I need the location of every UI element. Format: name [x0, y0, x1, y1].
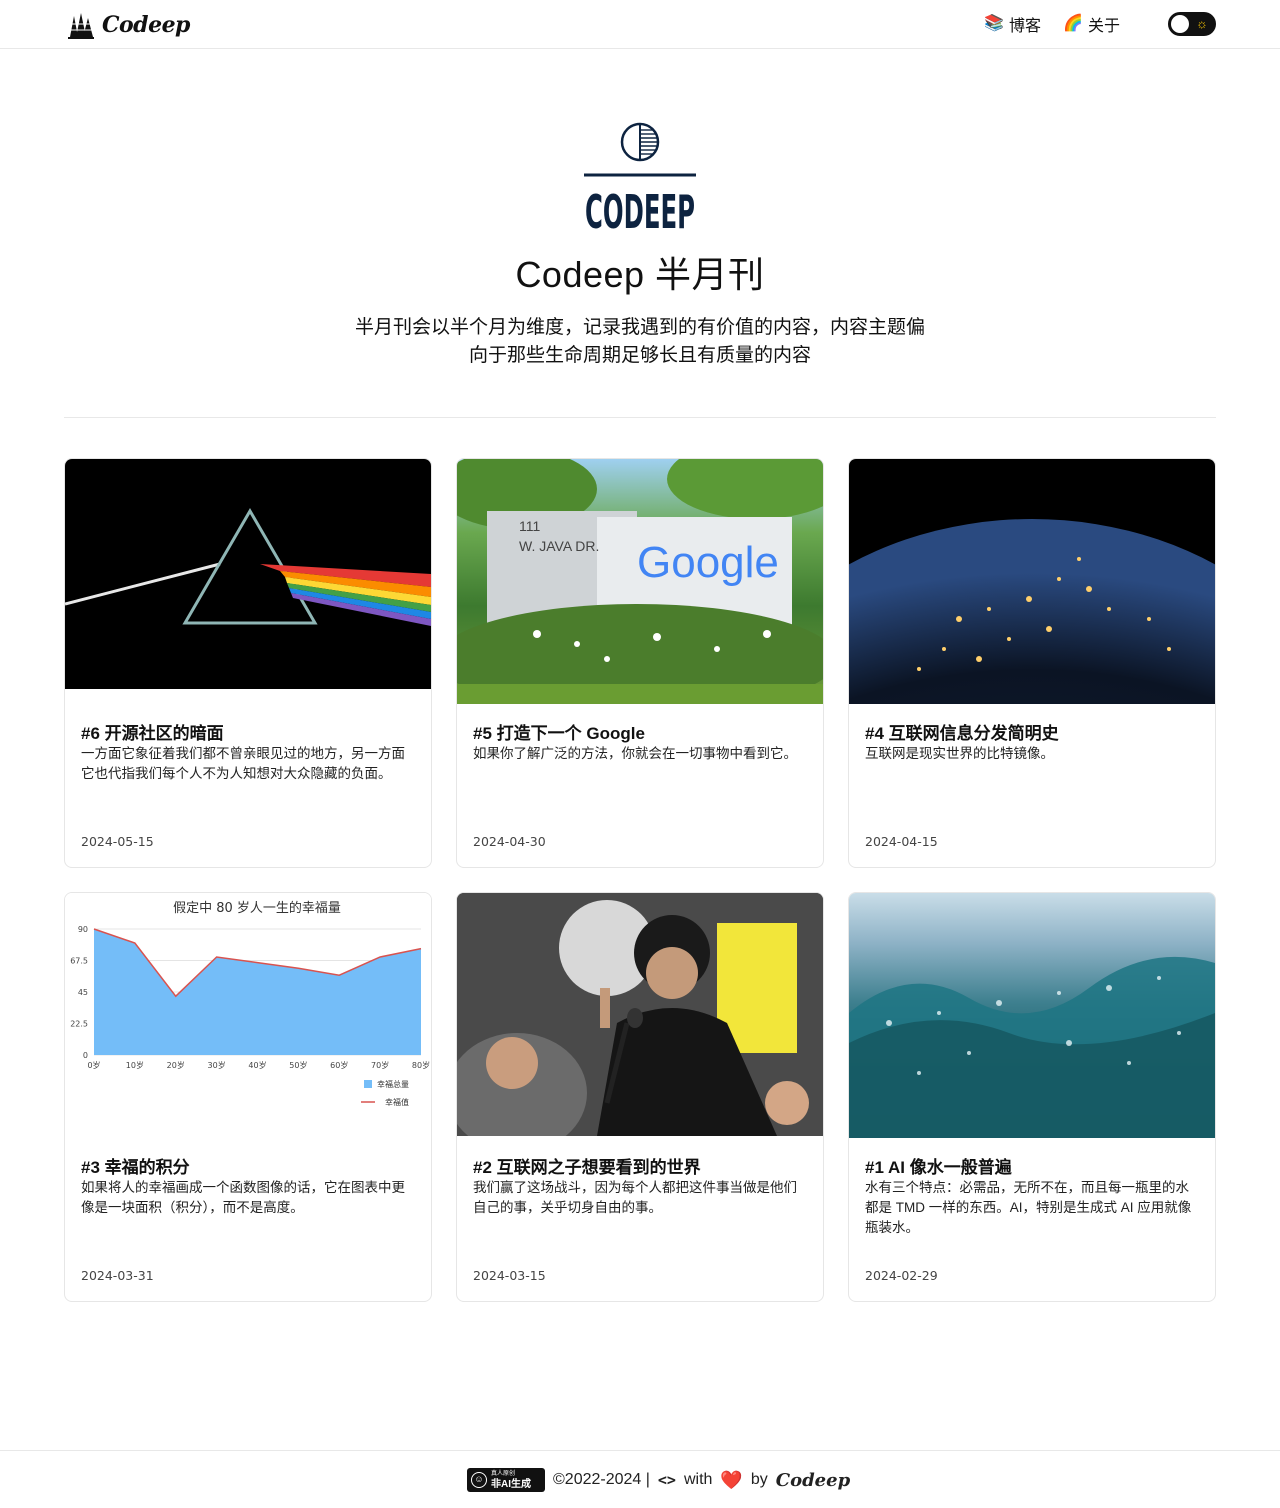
cover-image-happiness-chart: 假定中 80 岁人一生的幸福量 0 22.5 45 67.5 90 0岁 10岁 20岁 30…: [65, 893, 431, 1113]
chart-area-series: [94, 929, 421, 1055]
post-title: #1 AI 像水一般普遍: [865, 1158, 1012, 1177]
post-excerpt: 我们赢了这场战斗，因为每个人都把这件事当做是他们自己的事，关乎切身自由的事。: [473, 1180, 797, 1215]
post-date: 2024-02-29: [865, 1268, 938, 1283]
legend-label-value: 幸福值: [385, 1097, 409, 1107]
cover-image-prism: [65, 459, 431, 689]
badge-big-text: 非AI生成: [491, 1478, 531, 1490]
post-excerpt: 水有三个特点：必需品，无所不在，而且每一瓶里的水都是 TMD 一样的东西。AI，…: [865, 1180, 1192, 1235]
post-card-1[interactable]: #1 AI 像水一般普遍 水有三个特点：必需品，无所不在，而且每一瓶里的水都是 …: [848, 892, 1216, 1302]
toggle-knob: [1171, 15, 1189, 33]
copyright-text: ©2022-2024 |: [553, 1471, 650, 1488]
chart-x-tick: 70岁: [371, 1060, 389, 1070]
post-card-5[interactable]: 111 W. JAVA DR. Google #5 打造下一个 Google 如…: [456, 458, 824, 868]
codeep-logo-icon: [68, 13, 94, 39]
post-card-3[interactable]: 假定中 80 岁人一生的幸福量 0 22.5 45 67.5 90 0岁 10岁 20岁 30…: [64, 892, 432, 1302]
post-date: 2024-03-31: [81, 1268, 154, 1283]
post-excerpt: 如果将人的幸福画成一个函数图像的话，它在图表中更像是一块面积（积分），而不是高度…: [81, 1180, 405, 1215]
chart-x-tick: 10岁: [126, 1060, 144, 1070]
chart-x-tick: 0岁: [87, 1060, 100, 1070]
badge-small-text: 真人原创: [491, 1470, 516, 1477]
happiness-chart: 假定中 80 岁人一生的幸福量 0 22.5 45 67.5 90 0岁 10岁 20岁 30…: [70, 900, 430, 1107]
page-title: Codeep 半月刊: [515, 254, 765, 295]
chart-y-tick: 0: [83, 1051, 88, 1060]
codeep-emblem: CODEEP: [584, 122, 696, 232]
footer-with: with: [683, 1471, 713, 1488]
legend-swatch-total: [364, 1080, 372, 1088]
cover-image-earth-night: [849, 459, 1215, 704]
post-card-2[interactable]: #2 互联网之子想要看到的世界 我们赢了这场战斗，因为每个人都把这件事当做是他们…: [456, 892, 824, 1302]
cover-image-google-sign: 111 W. JAVA DR. Google: [457, 459, 823, 704]
legend-label-total: 幸福总量: [377, 1079, 409, 1089]
code-icon: <>: [657, 1471, 676, 1489]
section-divider: [64, 417, 1216, 418]
sign-google-logo: Google: [637, 538, 779, 587]
top-navbar: Codeep 📚 博客 🌈 关于 ☼: [0, 0, 1280, 49]
chart-x-tick: 50岁: [289, 1060, 307, 1070]
post-date: 2024-03-15: [473, 1268, 546, 1283]
rainbow-icon: 🌈: [1063, 15, 1083, 32]
post-excerpt: 互联网是现实世界的比特镜像。: [865, 746, 1054, 761]
heart-icon: ❤️: [720, 1469, 743, 1490]
nav-link-blog[interactable]: 📚 博客: [984, 12, 1041, 36]
chart-x-tick: 30岁: [208, 1060, 226, 1070]
chart-y-tick: 67.5: [70, 957, 88, 966]
post-title: #3 幸福的积分: [81, 1158, 190, 1177]
main-nav: 📚 博客 🌈 关于: [984, 12, 1120, 36]
page-description: 半月刊会以半个月为维度，记录我遇到的有价值的内容，内容主题偏向于那些生命周期足够…: [354, 317, 925, 366]
brand-home-link[interactable]: Codeep: [66, 9, 190, 41]
chart-title: 假定中 80 岁人一生的幸福量: [173, 900, 341, 916]
cover-image-water: [849, 893, 1215, 1138]
books-icon: 📚: [984, 15, 1005, 32]
human-made-badge[interactable]: ☺ 真人原创 非AI生成: [467, 1468, 545, 1492]
brand-name: Codeep: [102, 12, 190, 38]
sign-address-line1: 111: [519, 518, 540, 534]
sign-address-line2: W. JAVA DR.: [519, 538, 599, 554]
sun-icon: ☼: [1196, 16, 1208, 31]
post-date: 2024-05-15: [81, 834, 154, 849]
chart-y-tick: 22.5: [70, 1020, 88, 1029]
post-excerpt: 如果你了解广泛的方法，你就会在一切事物中看到它。: [473, 746, 797, 761]
post-title: #4 互联网信息分发简明史: [865, 724, 1059, 743]
chart-y-tick: 45: [78, 988, 88, 997]
nav-label-about: 关于: [1087, 18, 1120, 35]
footer-by: by: [750, 1471, 768, 1488]
chart-x-tick: 20岁: [167, 1060, 185, 1070]
chart-x-tick: 80岁: [412, 1060, 430, 1070]
nav-label-blog: 博客: [1009, 18, 1042, 35]
cover-image-speaker-rally: [457, 893, 823, 1136]
chart-x-tick: 60岁: [330, 1060, 348, 1070]
post-excerpt: 一方面它象征着我们都不曾亲眼见过的地方，另一方面它也代指我们每个人不为人知想对大…: [81, 746, 405, 781]
post-title: #2 互联网之子想要看到的世界: [473, 1158, 701, 1177]
nav-link-about[interactable]: 🌈 关于: [1063, 12, 1120, 36]
post-title: #5 打造下一个 Google: [473, 724, 645, 743]
chart-y-tick: 90: [78, 925, 88, 934]
post-title: #6 开源社区的暗面: [81, 724, 224, 743]
post-card-4[interactable]: #4 互联网信息分发简明史 互联网是现实世界的比特镜像。 2024-04-15: [848, 458, 1216, 868]
emblem-wordmark: CODEEP: [585, 185, 695, 232]
smile-icon: ☺: [471, 1472, 487, 1488]
theme-toggle[interactable]: ☼: [1168, 12, 1216, 36]
post-date: 2024-04-30: [473, 834, 546, 849]
post-card-6[interactable]: #6 开源社区的暗面 一方面它象征着我们都不曾亲眼见过的地方，另一方面它也代指我…: [64, 458, 432, 868]
chart-x-tick: 40岁: [248, 1060, 266, 1070]
post-date: 2024-04-15: [865, 834, 938, 849]
footer: ☺ 真人原创 非AI生成 ©2022-2024 | <> with ❤️ by …: [0, 1450, 1280, 1508]
footer-brand-link[interactable]: Codeep: [776, 1470, 850, 1491]
